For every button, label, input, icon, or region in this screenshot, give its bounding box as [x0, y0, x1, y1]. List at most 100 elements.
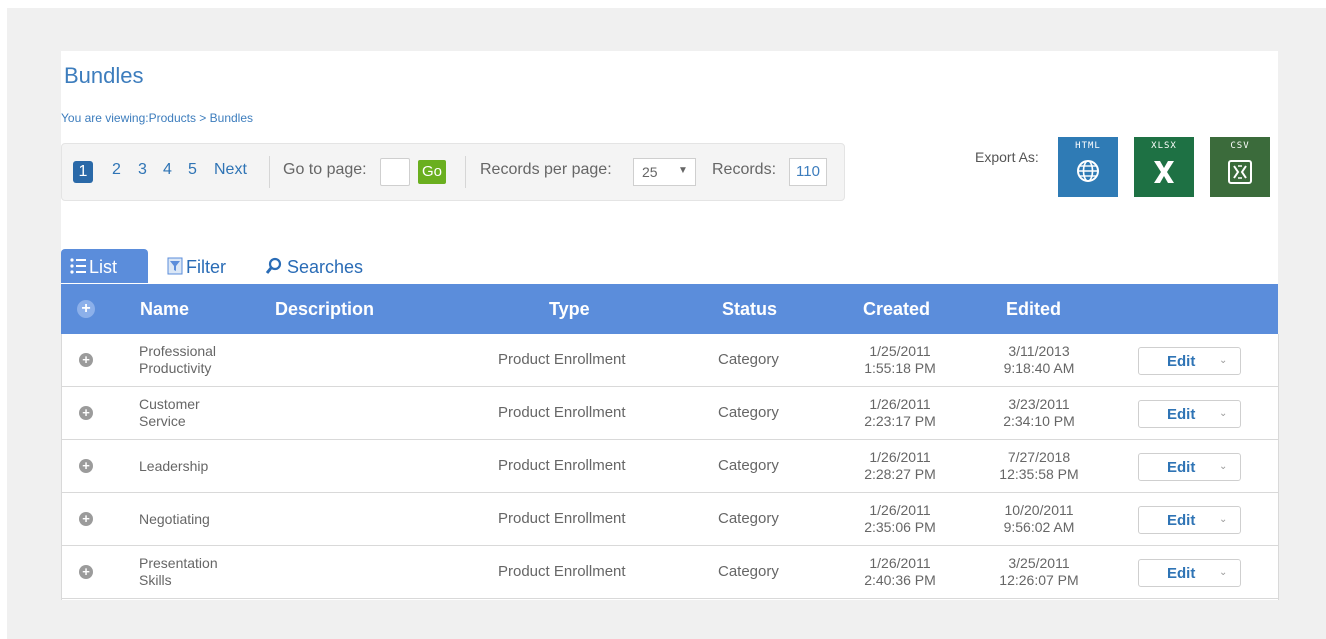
table-row: + Customer Service Product Enrollment Ca… — [61, 387, 1278, 440]
row-status: Category — [718, 351, 779, 368]
row-created-time: 1:55:18 PM — [864, 360, 936, 376]
row-edited-date: 3/11/2013 — [1008, 343, 1070, 359]
row-status: Category — [718, 563, 779, 580]
row-created-time: 2:28:27 PM — [864, 466, 936, 482]
tab-list[interactable]: List — [61, 249, 148, 283]
chevron-down-icon[interactable]: ⌄ — [1219, 567, 1227, 578]
edit-button[interactable]: Edit ⌄ — [1138, 506, 1241, 534]
row-edited-date: 10/20/2011 — [1004, 502, 1074, 518]
pagination-bar: 1 2 3 4 5 Next Go to page: Go Records pe… — [61, 143, 845, 201]
column-header-created[interactable]: Created — [863, 299, 930, 320]
row-type: Product Enrollment — [498, 457, 626, 474]
page-2-button[interactable]: 2 — [112, 161, 121, 179]
row-edited-date: 7/27/2018 — [1007, 449, 1071, 465]
edit-button[interactable]: Edit ⌄ — [1138, 400, 1241, 428]
chevron-down-icon[interactable]: ⌄ — [1219, 355, 1227, 366]
records-per-page-value: 25 — [642, 164, 658, 180]
page-title: Bundles — [64, 63, 144, 88]
table-header: + Name Description Type Status Created E… — [61, 284, 1278, 334]
view-tabs: List Filter Searches — [61, 249, 461, 283]
export-html-label: HTML — [1075, 141, 1101, 151]
records-per-page-select[interactable]: 25 ▼ — [633, 158, 696, 186]
expand-row-icon[interactable]: + — [79, 459, 93, 473]
add-row-icon[interactable]: + — [77, 300, 95, 318]
breadcrumb[interactable]: You are viewing:Products > Bundles — [61, 111, 253, 125]
tab-searches[interactable]: Searches — [265, 249, 385, 283]
table-row: + Presentation Skills Product Enrollment… — [61, 546, 1278, 599]
row-name-line1: Leadership — [139, 458, 209, 474]
row-type: Product Enrollment — [498, 563, 626, 580]
row-edited-time: 2:34:10 PM — [1003, 413, 1075, 429]
page-1-button[interactable]: 1 — [73, 161, 93, 183]
tab-filter-label: Filter — [186, 257, 226, 277]
row-edited-time: 9:56:02 AM — [1003, 519, 1075, 535]
row-name-line1: Customer — [139, 396, 200, 412]
pager-divider — [269, 156, 270, 188]
row-status: Category — [718, 404, 779, 421]
expand-row-icon[interactable]: + — [79, 512, 93, 526]
chevron-down-icon[interactable]: ⌄ — [1219, 461, 1227, 472]
row-status: Category — [718, 457, 779, 474]
row-created-time: 2:35:06 PM — [864, 519, 936, 535]
left-strip — [0, 0, 7, 639]
row-edited-time: 12:26:07 PM — [999, 572, 1079, 588]
row-created-date: 1/26/2011 — [869, 449, 931, 465]
row-type: Product Enrollment — [498, 510, 626, 527]
edit-button[interactable]: Edit ⌄ — [1138, 559, 1241, 587]
page-5-button[interactable]: 5 — [188, 161, 197, 179]
column-header-description[interactable]: Description — [275, 299, 374, 320]
row-edited: 3/25/2011 12:26:07 PM — [979, 555, 1099, 589]
row-edited: 7/27/2018 12:35:58 PM — [979, 449, 1099, 483]
row-created: 1/25/2011 1:55:18 PM — [840, 343, 960, 377]
column-header-type[interactable]: Type — [549, 299, 590, 320]
row-name-line1: Presentation — [139, 555, 218, 571]
page-3-button[interactable]: 3 — [138, 161, 147, 179]
row-name: Leadership — [139, 458, 279, 475]
row-name-line1: Professional — [139, 343, 217, 359]
export-csv-label: CSV — [1230, 141, 1250, 151]
row-name-line2: Productivity — [139, 360, 212, 376]
export-csv-button[interactable]: CSV — [1210, 137, 1270, 197]
expand-row-icon[interactable]: + — [79, 353, 93, 367]
chevron-down-icon[interactable]: ⌄ — [1219, 514, 1227, 525]
pager-divider — [465, 156, 466, 188]
page-4-button[interactable]: 4 — [163, 161, 172, 179]
row-name-line1: Negotiating — [139, 511, 210, 527]
row-created-date: 1/26/2011 — [869, 502, 931, 518]
table-row: + Professional Productivity Product Enro… — [61, 334, 1278, 387]
edit-button-label: Edit — [1167, 406, 1196, 423]
edit-button-label: Edit — [1167, 353, 1196, 370]
go-button[interactable]: Go — [418, 160, 446, 184]
row-edited-time: 9:18:40 AM — [1003, 360, 1075, 376]
export-html-button[interactable]: HTML — [1058, 137, 1118, 197]
row-created-date: 1/25/2011 — [869, 343, 931, 359]
expand-row-icon[interactable]: + — [79, 565, 93, 579]
goto-page-label: Go to page: — [283, 161, 367, 178]
row-edited-time: 12:35:58 PM — [999, 466, 1079, 482]
main-panel: Bundles You are viewing:Products > Bundl… — [61, 51, 1279, 600]
column-header-edited[interactable]: Edited — [1006, 299, 1061, 320]
chevron-down-icon[interactable]: ⌄ — [1219, 408, 1227, 419]
goto-page-input[interactable] — [380, 158, 410, 186]
top-strip — [0, 0, 1326, 8]
records-label: Records: — [712, 161, 777, 178]
row-name: Professional Productivity — [139, 343, 279, 377]
row-created: 1/26/2011 2:35:06 PM — [840, 502, 960, 536]
row-status: Category — [718, 510, 779, 527]
edit-button[interactable]: Edit ⌄ — [1138, 347, 1241, 375]
row-created: 1/26/2011 2:28:27 PM — [840, 449, 960, 483]
records-per-page-label: Records per page: — [480, 161, 612, 178]
next-page-link[interactable]: Next — [214, 161, 247, 179]
excel-icon — [1134, 159, 1194, 190]
tab-searches-label: Searches — [287, 257, 364, 277]
row-created-date: 1/26/2011 — [869, 396, 931, 412]
edit-button[interactable]: Edit ⌄ — [1138, 453, 1241, 481]
csv-icon — [1210, 159, 1270, 190]
column-header-name[interactable]: Name — [140, 299, 189, 320]
export-xlsx-button[interactable]: XLSX — [1134, 137, 1194, 197]
expand-row-icon[interactable]: + — [79, 406, 93, 420]
row-edited-date: 3/23/2011 — [1008, 396, 1070, 412]
tab-filter[interactable]: Filter — [166, 249, 246, 283]
column-header-status[interactable]: Status — [722, 299, 777, 320]
export-xlsx-label: XLSX — [1151, 141, 1177, 151]
